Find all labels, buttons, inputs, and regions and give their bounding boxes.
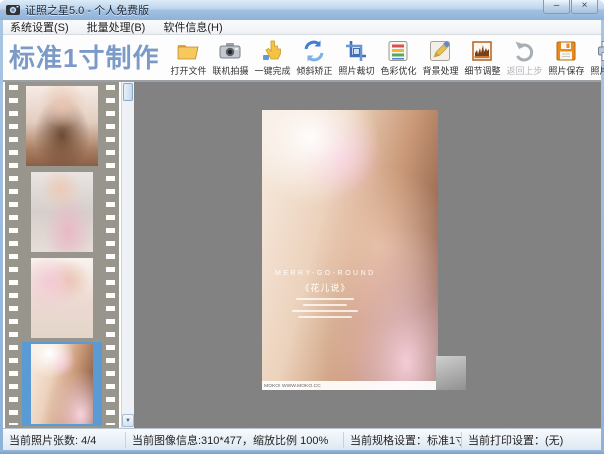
close-button[interactable]: × (571, 0, 598, 14)
status-bar: 当前照片张数: 4/4 当前图像信息:310*477，缩放比例 100% 当前规… (3, 428, 601, 450)
sidebar-scrollbar[interactable]: ▼ (121, 82, 134, 428)
background-brush-label: 背景处理 (422, 64, 458, 77)
thumbnail-image-3 (31, 258, 93, 338)
status-print-setting: 当前打印设置：(无) (461, 432, 601, 448)
censored-watermark-block (436, 356, 466, 390)
thumbnail-photo-4-selected[interactable] (22, 342, 102, 426)
open-file-button[interactable]: 打开文件 (167, 39, 209, 77)
photo-credit-line (296, 298, 354, 300)
status-photo-count: 当前照片张数: 4/4 (3, 432, 125, 448)
menu-software-info[interactable]: 软件信息(H) (161, 19, 224, 35)
status-image-info: 当前图像信息:310*477，缩放比例 100% (125, 432, 343, 448)
undo-icon (512, 39, 536, 63)
minimize-button[interactable]: – (543, 0, 570, 14)
thumbnail-sidebar (3, 82, 121, 428)
print-icon (596, 39, 604, 63)
toolbar: 标准1寸制作 打开文件 联机拍摄 (3, 35, 601, 82)
open-file-icon (176, 39, 200, 63)
preview-canvas: MERRY-GO-ROUND 《花儿说》 MOKO! WWW.MOKO.CC (134, 82, 601, 428)
crop-icon (344, 39, 368, 63)
crop-button[interactable]: 照片裁切 (335, 39, 377, 77)
open-file-label: 打开文件 (170, 64, 206, 77)
tilt-correct-label: 倾斜矫正 (296, 64, 332, 77)
save-label: 照片保存 (548, 64, 584, 77)
undo-button: 返回上步 (503, 39, 545, 77)
mode-title: 标准1寸制作 (3, 38, 165, 77)
photo-credit-line (292, 310, 358, 312)
filmstrip (5, 82, 119, 428)
tilt-correct-button[interactable]: 倾斜矫正 (293, 39, 335, 77)
save-icon (554, 39, 578, 63)
thumbnail-photo-3[interactable] (22, 256, 102, 340)
content-area: ▼ MERRY-GO-ROUND 《花儿说》 MOKO! WWW.MOKO.CC (3, 82, 601, 428)
color-optimize-label: 色彩优化 (380, 64, 416, 77)
color-optimize-icon (386, 39, 410, 63)
save-button[interactable]: 照片保存 (545, 39, 587, 77)
color-optimize-button[interactable]: 色彩优化 (377, 39, 419, 77)
app-window: 证照之星5.0 - 个人免费版 – × 系统设置(S) 批量处理(B) 软件信息… (0, 0, 604, 454)
menu-bar: 系统设置(S) 批量处理(B) 软件信息(H) (3, 20, 601, 35)
print-label: 照片打印 (590, 64, 604, 77)
thumbnail-image-4 (31, 344, 93, 424)
camera-capture-icon (218, 39, 242, 63)
photo-overlay-subtitle: 《花儿说》 (262, 281, 389, 294)
window-title: 证照之星5.0 - 个人免费版 (25, 2, 149, 18)
photo-credit-line (303, 304, 347, 306)
thumbnail-photo-2[interactable] (22, 170, 102, 254)
photo-text-overlay: MERRY-GO-ROUND 《花儿说》 (262, 270, 389, 318)
one-click-icon (260, 39, 284, 63)
detail-histogram-icon (470, 39, 494, 63)
tilt-correct-icon (302, 39, 326, 63)
print-button[interactable]: 照片打印 (587, 39, 604, 77)
detail-histogram-label: 细节调整 (464, 64, 500, 77)
photo-overlay-title: MERRY-GO-ROUND (262, 270, 389, 277)
camera-capture-label: 联机拍摄 (212, 64, 248, 77)
preview-photo[interactable]: MERRY-GO-ROUND 《花儿说》 MOKO! WWW.MOKO.CC (262, 110, 438, 390)
undo-label: 返回上步 (506, 64, 542, 77)
crop-label: 照片裁切 (338, 64, 374, 77)
background-brush-icon (428, 39, 452, 63)
menu-batch-process[interactable]: 批量处理(B) (85, 19, 148, 35)
one-click-label: 一键完成 (254, 64, 290, 77)
menu-system-settings[interactable]: 系统设置(S) (8, 19, 71, 35)
filmstrip-holes-left (9, 85, 18, 425)
background-brush-button[interactable]: 背景处理 (419, 39, 461, 77)
camera-capture-button[interactable]: 联机拍摄 (209, 39, 251, 77)
scroll-down-button[interactable]: ▼ (122, 414, 134, 427)
title-bar[interactable]: 证照之星5.0 - 个人免费版 – × (0, 0, 604, 20)
window-bottom-border (0, 450, 604, 454)
thumbnail-photo-1[interactable] (22, 84, 102, 168)
filmstrip-holes-right (106, 85, 115, 425)
one-click-button[interactable]: 一键完成 (251, 39, 293, 77)
app-camera-icon (6, 4, 20, 16)
thumbnail-image-1 (26, 86, 98, 166)
scrollbar-thumb[interactable] (123, 83, 133, 101)
photo-watermark: MOKO! WWW.MOKO.CC (262, 381, 438, 390)
thumbnail-image-2 (31, 172, 93, 252)
status-spec-setting: 当前规格设置：标准1寸 (343, 432, 461, 448)
detail-histogram-button[interactable]: 细节调整 (461, 39, 503, 77)
photo-credit-line (298, 316, 352, 318)
